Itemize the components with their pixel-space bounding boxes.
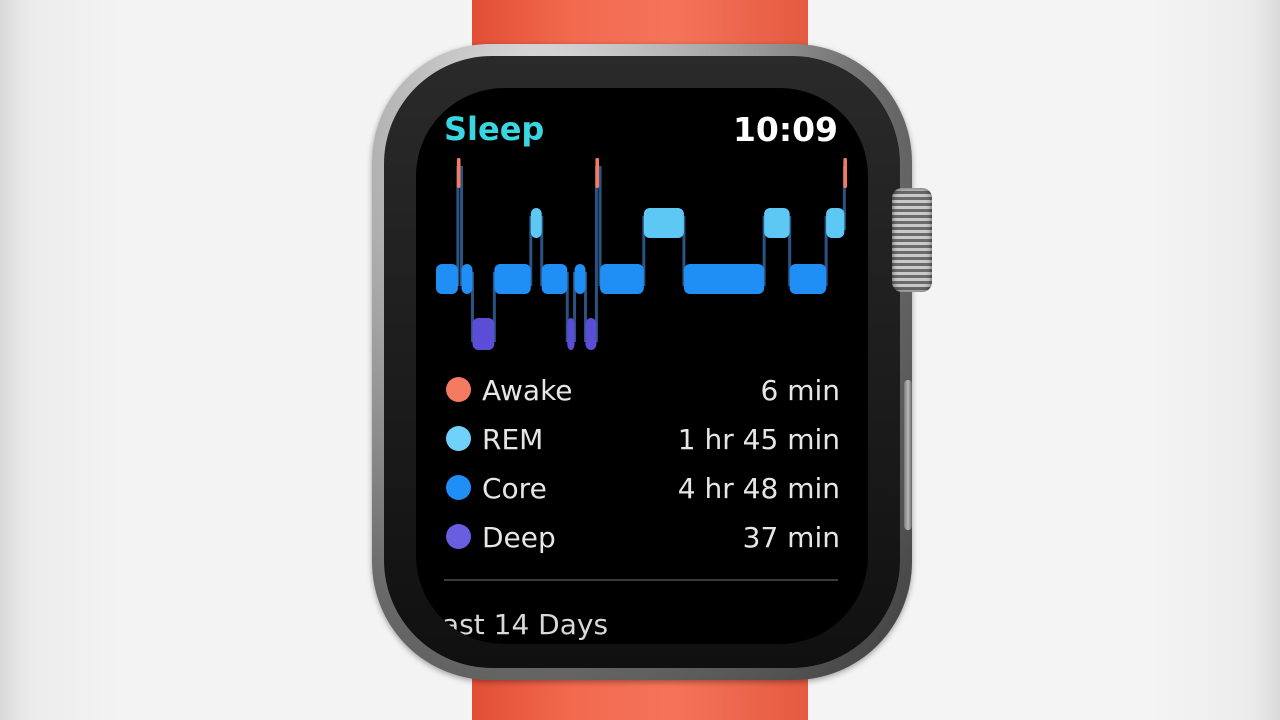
stage-segment-core [574, 264, 586, 294]
legend-value: 6 min [760, 374, 840, 407]
legend-value: 37 min [742, 521, 840, 554]
stage-segment-core [494, 264, 531, 294]
legend-item-awake: Awake 6 min [444, 372, 840, 408]
stage-segment-core [789, 264, 827, 294]
deep-color-dot [446, 524, 471, 549]
app-title[interactable]: Sleep [444, 110, 544, 148]
stage-transition [594, 166, 598, 342]
legend-label: Core [482, 472, 547, 505]
stage-segment-rem [530, 208, 542, 238]
sleep-stages-chart[interactable] [436, 158, 848, 358]
stage-segment-awake [595, 158, 600, 188]
legend-item-core: Core 4 hr 48 min [444, 470, 840, 506]
legend-label: REM [482, 423, 544, 456]
stage-segment-rem [826, 208, 845, 238]
legend-item-rem: REM 1 hr 45 min [444, 421, 840, 457]
clock-time: 10:09 [732, 110, 838, 149]
side-button[interactable] [904, 380, 912, 530]
awake-color-dot [446, 377, 471, 402]
digital-crown[interactable] [892, 188, 932, 292]
stage-segment-deep [567, 318, 575, 350]
last-14-days-header[interactable]: ast 14 Days [442, 608, 608, 641]
stage-segment-rem [764, 208, 790, 238]
stage-segment-core [683, 264, 765, 294]
core-color-dot [446, 475, 471, 500]
stage-segment-deep [585, 318, 597, 350]
legend-value: 1 hr 45 min [677, 423, 840, 456]
legend-item-deep: Deep 37 min [444, 519, 840, 555]
legend-value: 4 hr 48 min [677, 472, 840, 505]
stage-segment-rem [643, 208, 684, 238]
stage-segment-awake [843, 158, 847, 188]
legend-label: Awake [482, 374, 573, 407]
divider [444, 579, 838, 581]
stage-segment-core [436, 264, 458, 294]
stage-segment-core [541, 264, 568, 294]
stage-segment-core [600, 264, 644, 294]
stage-segment-core [461, 264, 473, 294]
legend-label: Deep [482, 521, 556, 554]
stage-segment-deep [472, 318, 495, 350]
rem-color-dot [446, 426, 471, 451]
stage-segment-awake [456, 158, 461, 188]
watch-screen: Sleep 10:09 Awake 6 min REM 1 hr 45 min … [416, 88, 868, 644]
